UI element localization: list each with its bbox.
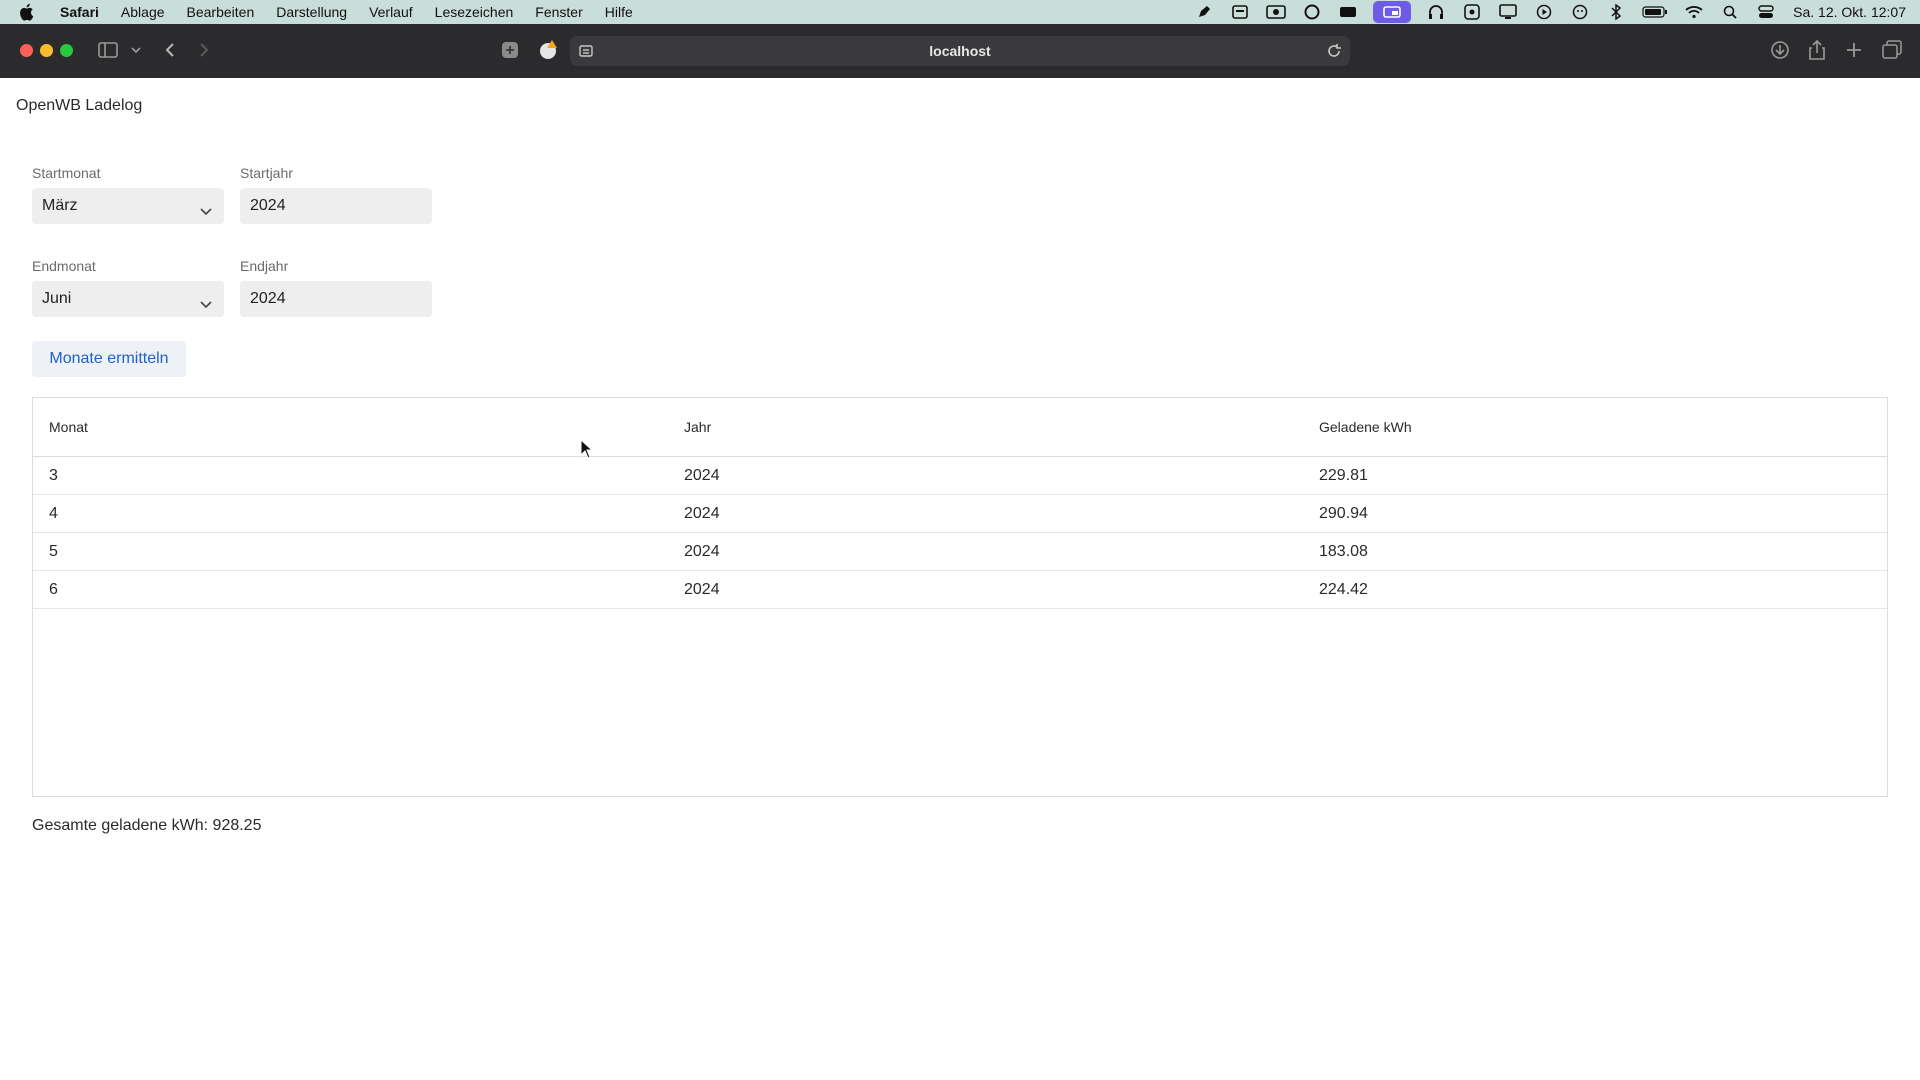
cell-kwh: 183.08: [1303, 532, 1887, 571]
screen-record-icon[interactable]: [1265, 4, 1287, 20]
bluetooth-icon[interactable]: [1605, 4, 1627, 20]
chevron-down-icon: [198, 290, 214, 309]
display-icon[interactable]: [1373, 1, 1412, 23]
window-maximize-button[interactable]: [60, 44, 73, 57]
page-content: OpenWB Ladelog Startmonat März Startjahr…: [0, 78, 1920, 1080]
column-header-year[interactable]: Jahr: [668, 398, 1303, 457]
menu-bearbeiten[interactable]: Bearbeiten: [187, 4, 255, 20]
cell-year: 2024: [668, 494, 1303, 533]
pen-icon[interactable]: [1193, 4, 1215, 20]
end-month-value: Juni: [42, 290, 72, 307]
end-month-select[interactable]: Juni: [32, 281, 224, 317]
headphones-icon[interactable]: [1425, 4, 1447, 20]
total-kwh-text: Gesamte geladene kWh: 928.25: [32, 817, 262, 834]
menu-fenster[interactable]: Fenster: [535, 4, 582, 20]
page-title: OpenWB Ladelog: [16, 97, 143, 114]
cell-kwh: 229.81: [1303, 456, 1887, 495]
forward-icon[interactable]: [192, 38, 216, 62]
table-row[interactable]: 4 2024 290.94: [33, 494, 1887, 533]
browser-toolbar: localhost: [0, 24, 1920, 79]
control-center-icon[interactable]: [1755, 4, 1777, 20]
menubar-clock[interactable]: Sa. 12. Okt. 12:07: [1793, 4, 1906, 20]
end-month-label: Endmonat: [32, 258, 96, 274]
address-bar[interactable]: localhost: [570, 36, 1350, 66]
sidebar-toggle-icon[interactable]: [96, 38, 120, 62]
cell-month: 6: [33, 570, 668, 609]
emoji-icon[interactable]: [1569, 4, 1591, 20]
status-area: Sa. 12. Okt. 12:07: [1179, 0, 1906, 24]
battery-box-icon[interactable]: [1337, 4, 1359, 20]
results-table: Monat Jahr Geladene kWh 3 2024 229.81 4 …: [32, 397, 1888, 797]
cell-month: 5: [33, 532, 668, 571]
cell-year: 2024: [668, 532, 1303, 571]
battery-icon[interactable]: [1641, 4, 1669, 20]
back-icon[interactable]: [158, 38, 182, 62]
chevron-down-icon[interactable]: [124, 38, 148, 62]
start-month-value: März: [42, 197, 78, 214]
cell-kwh: 224.42: [1303, 570, 1887, 609]
menu-verlauf[interactable]: Verlauf: [369, 4, 413, 20]
wifi-icon[interactable]: [1683, 4, 1705, 20]
downloads-icon[interactable]: [1768, 38, 1792, 62]
menu-bar: Safari Ablage Bearbeiten Darstellung Ver…: [0, 0, 1920, 24]
profile-extension-icon[interactable]: [536, 38, 560, 62]
github-icon[interactable]: [1301, 4, 1323, 20]
start-month-select[interactable]: März: [32, 188, 224, 224]
share-icon[interactable]: [1805, 38, 1829, 62]
play-icon[interactable]: [1533, 4, 1555, 20]
tab-overview-icon[interactable]: [1880, 38, 1904, 62]
determine-months-button[interactable]: Monate ermitteln: [32, 341, 186, 377]
url-text: localhost: [929, 43, 991, 59]
end-year-label: Endjahr: [240, 258, 289, 274]
chevron-down-icon: [198, 197, 214, 216]
table-header-row: Monat Jahr Geladene kWh: [33, 398, 1887, 457]
menu-hilfe[interactable]: Hilfe: [605, 4, 633, 20]
menu-darstellung[interactable]: Darstellung: [276, 4, 347, 20]
window-minimize-button[interactable]: [40, 44, 53, 57]
menu-ablage[interactable]: Ablage: [121, 4, 165, 20]
cell-year: 2024: [668, 456, 1303, 495]
start-year-label: Startjahr: [240, 165, 293, 181]
start-month-label: Startmonat: [32, 165, 101, 181]
table-row[interactable]: 3 2024 229.81: [33, 456, 1887, 495]
menu-app-safari[interactable]: Safari: [60, 4, 99, 20]
cell-year: 2024: [668, 570, 1303, 609]
start-year-input[interactable]: 2024: [240, 188, 432, 224]
column-header-kwh[interactable]: Geladene kWh: [1303, 398, 1887, 457]
mouse-cursor-icon: [580, 438, 594, 459]
keyboard-icon[interactable]: [1229, 4, 1251, 20]
cast-icon[interactable]: [1461, 4, 1483, 20]
apple-icon[interactable]: [18, 3, 40, 21]
window-close-button[interactable]: [20, 44, 33, 57]
column-header-month[interactable]: Monat: [33, 398, 668, 457]
cell-kwh: 290.94: [1303, 494, 1887, 533]
reload-icon[interactable]: [1326, 43, 1342, 64]
table-row[interactable]: 6 2024 224.42: [33, 570, 1887, 609]
new-tab-icon[interactable]: [1842, 38, 1866, 62]
menu-lesezeichen[interactable]: Lesezeichen: [435, 4, 514, 20]
cell-month: 3: [33, 456, 668, 495]
monitor-icon[interactable]: [1497, 4, 1519, 20]
table-row[interactable]: 5 2024 183.08: [33, 532, 1887, 571]
extension-icon[interactable]: [498, 38, 522, 62]
end-year-input[interactable]: 2024: [240, 281, 432, 317]
cell-month: 4: [33, 494, 668, 533]
search-icon[interactable]: [1719, 4, 1741, 20]
